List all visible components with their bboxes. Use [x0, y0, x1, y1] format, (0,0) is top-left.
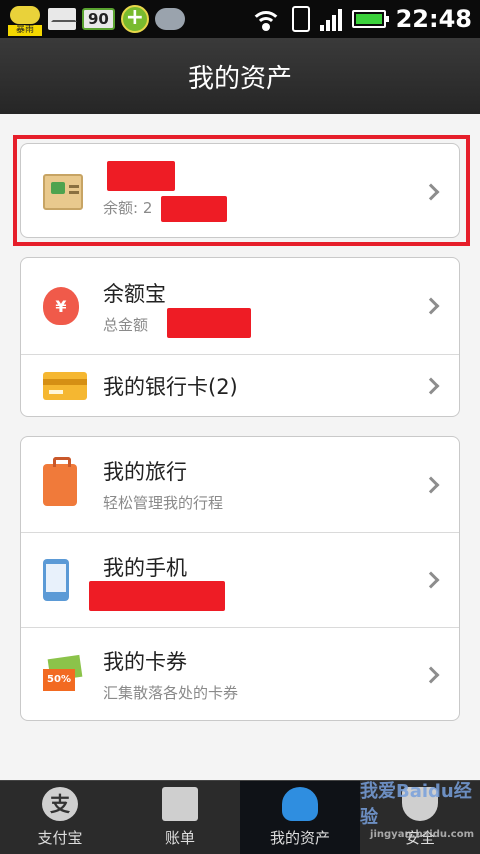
plus-icon: + [120, 5, 149, 33]
account-balance: 余额: 2 [103, 199, 153, 217]
assets-content: 余额: 2 ¥ 余额宝 总金额 我的银行卡(2) 我的旅行 轻松管理我的行程 我… [0, 114, 480, 780]
finance-card: ¥ 余额宝 总金额 我的银行卡(2) [20, 257, 460, 417]
chevron-right-icon [422, 297, 440, 315]
title-bar: 我的资产 [0, 38, 480, 114]
tab-label: 我的资产 [269, 829, 330, 847]
redaction-mark [167, 308, 251, 338]
bank-card-icon [43, 372, 87, 400]
watermark: 我爱Baidu经验 jingyan.baidu.com [360, 777, 474, 840]
tab-label: 支付宝 [37, 829, 83, 847]
redaction-mark [89, 581, 225, 611]
chevron-right-icon [422, 476, 440, 493]
item-title: 我的卡券 [103, 650, 187, 674]
money-bag-icon: ¥ [43, 287, 79, 325]
mobile-phone-icon [43, 559, 69, 601]
storm-icon [154, 8, 185, 30]
item-subtitle: 汇集散落各处的卡券 [103, 684, 239, 702]
chevron-right-icon [422, 377, 440, 395]
item-title: 我的手机 [103, 556, 187, 580]
list-item-coupons[interactable]: 50% 我的卡券 汇集散落各处的卡券 [21, 627, 459, 720]
weather-label: 暴雨 [8, 25, 42, 36]
signal-icon [319, 7, 342, 31]
tab-bar: 支 支付宝 账单 我的资产 安全 我爱Baidu经验 jingyan.baidu… [0, 780, 480, 854]
list-item-bank-card[interactable]: 我的银行卡(2) [21, 354, 459, 416]
tab-alipay[interactable]: 支 支付宝 [0, 781, 120, 854]
bill-icon [162, 787, 198, 821]
alipay-icon: 支 [42, 787, 78, 821]
tab-security[interactable]: 安全 我爱Baidu经验 jingyan.baidu.com [360, 781, 480, 854]
tab-bill[interactable]: 账单 [120, 781, 240, 854]
watermark-url: jingyan.baidu.com [370, 829, 474, 840]
battery-icon [351, 10, 389, 28]
weather-icon: 暴雨 [8, 2, 42, 36]
item-title: 余额宝 [103, 281, 166, 306]
user-icon [282, 787, 318, 821]
list-item-phone[interactable]: 我的手机 [21, 532, 459, 627]
chevron-right-icon [422, 571, 440, 589]
account-row[interactable]: 余额: 2 [21, 144, 459, 237]
list-item-yuebao[interactable]: ¥ 余额宝 总金额 [21, 258, 459, 354]
item-title: 我的银行卡(2) [103, 375, 238, 399]
coupon-icon-label: 50% [43, 668, 75, 691]
account-card-icon [43, 173, 83, 210]
chevron-right-icon [422, 666, 440, 683]
list-item-travel[interactable]: 我的旅行 轻松管理我的行程 [21, 437, 459, 532]
item-title: 我的旅行 [103, 460, 187, 484]
redaction-mark [107, 161, 175, 191]
wifi-icon [249, 7, 282, 31]
coupon-icon: 50% [43, 654, 83, 693]
watermark-text: 我爱Baidu经验 [360, 781, 472, 828]
tab-label: 账单 [164, 829, 195, 847]
redaction-mark [161, 196, 227, 222]
services-card: 我的旅行 轻松管理我的行程 我的手机 50% 我的卡券 汇集散落各处的卡券 [20, 436, 460, 721]
item-subtitle: 总金额 [103, 315, 149, 334]
luggage-icon [43, 456, 77, 506]
tab-my-assets[interactable]: 我的资产 [240, 781, 360, 854]
mail-icon [48, 8, 77, 30]
clock: 22:48 [395, 5, 472, 33]
status-bar: 暴雨 90 + 22:48 [0, 0, 480, 38]
battery-badge: 90 [82, 8, 115, 30]
account-card[interactable]: 余额: 2 [20, 143, 460, 238]
page-title: 我的资产 [187, 63, 292, 94]
vibrate-icon [291, 6, 310, 32]
item-subtitle: 轻松管理我的行程 [103, 494, 224, 512]
chevron-right-icon [422, 183, 440, 200]
